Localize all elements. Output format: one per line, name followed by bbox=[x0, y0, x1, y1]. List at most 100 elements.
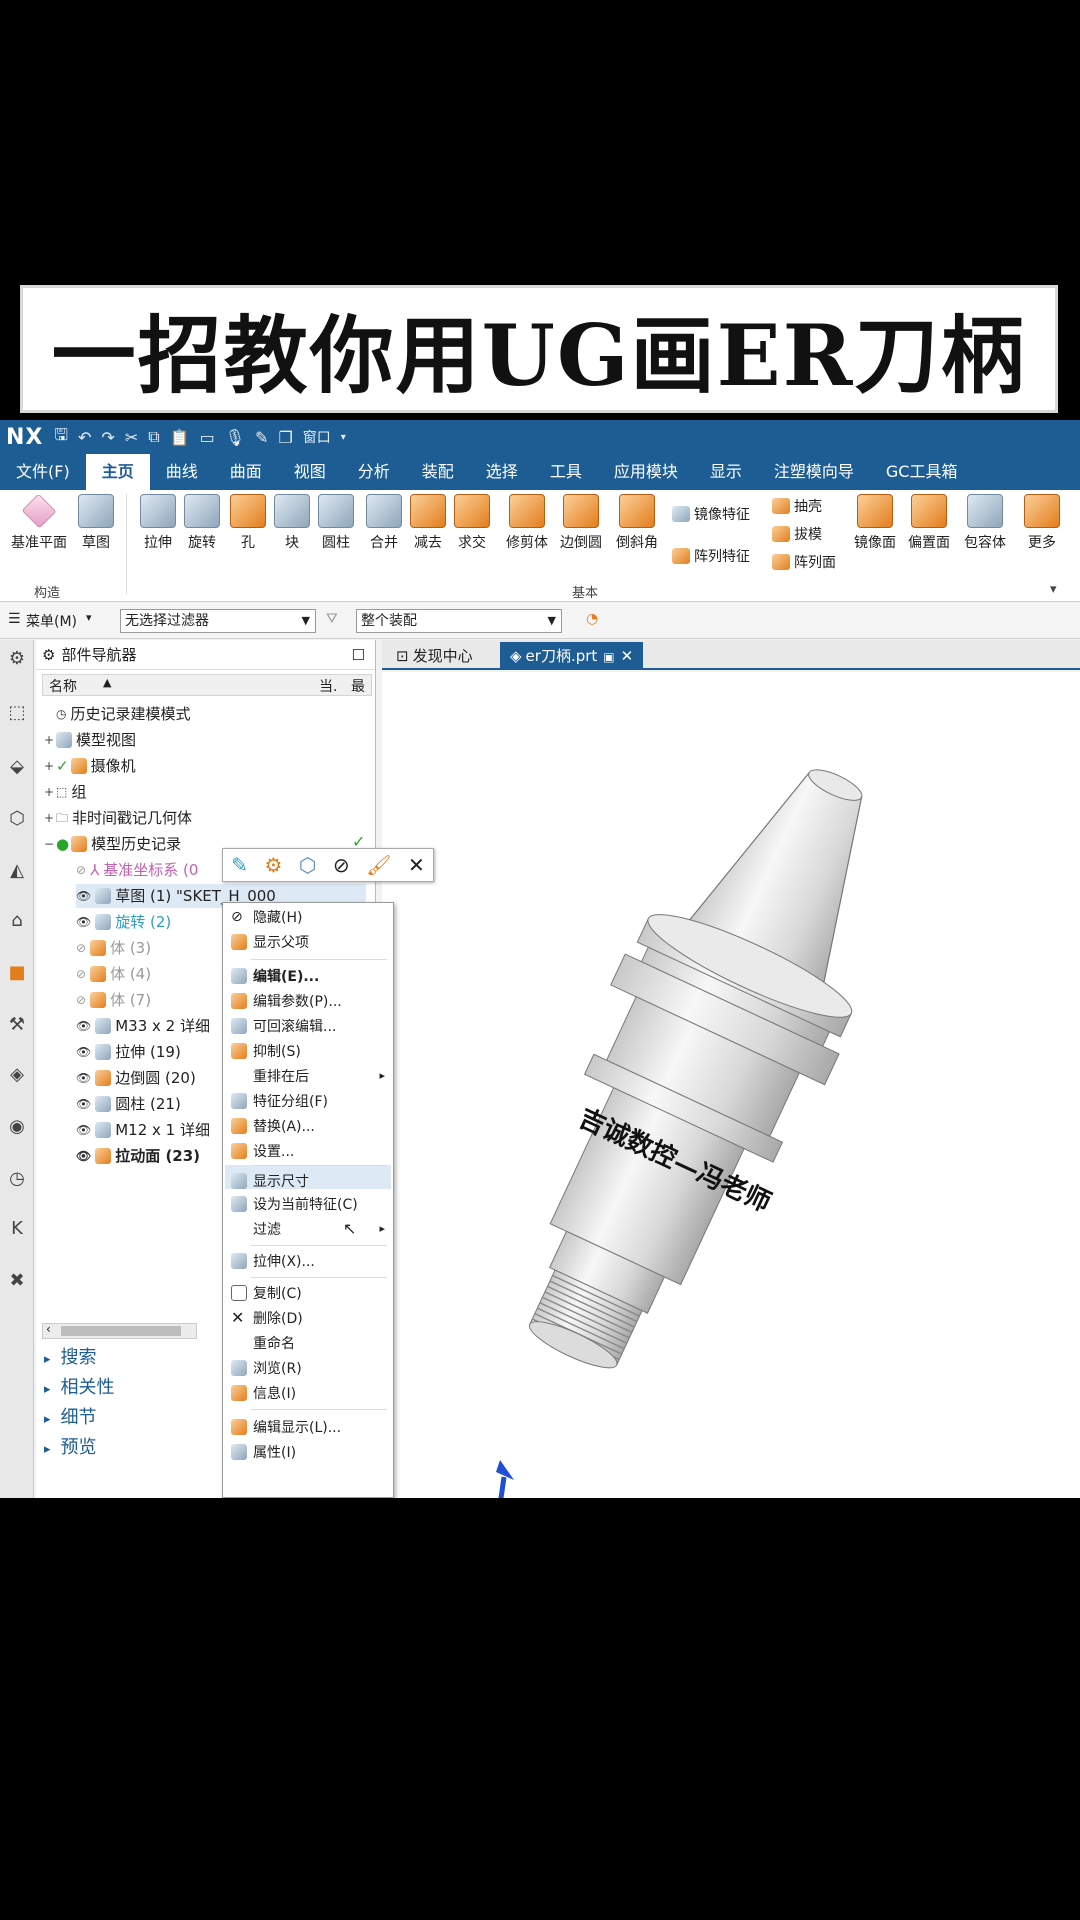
snap-point-icon[interactable]: ◔ bbox=[586, 611, 598, 627]
menu-item-show-dimensions[interactable]: 显示尺寸 bbox=[253, 1171, 309, 1193]
cut-icon[interactable]: ✂ bbox=[125, 428, 138, 447]
menu-mold-wizard[interactable]: 注塑模向导 bbox=[758, 454, 870, 490]
history-icon[interactable]: ■ bbox=[6, 962, 28, 984]
menu-item-browse[interactable]: 浏览(R) bbox=[253, 1358, 302, 1380]
close-icon[interactable]: ✕ bbox=[408, 853, 425, 877]
tree-row[interactable]: 👁 M12 x 1 详细 bbox=[76, 1118, 210, 1142]
tree-row[interactable]: 👁 圆柱 (21) bbox=[76, 1092, 181, 1116]
menu-item-settings[interactable]: 设置... bbox=[253, 1141, 294, 1163]
tree-row[interactable]: ⊘ 体 (3) bbox=[76, 936, 151, 960]
section-preview[interactable]: 预览 bbox=[44, 1434, 97, 1462]
menu-item-extrude[interactable]: 拉伸(X)... bbox=[253, 1251, 315, 1273]
pattern-feature-button[interactable]: 阵列特征 bbox=[672, 546, 750, 566]
chevron-down-icon[interactable]: ▾ bbox=[86, 611, 92, 624]
menu-select[interactable]: 选择 bbox=[470, 454, 534, 490]
menu-item-rollback-edit[interactable]: 可回滚编辑... bbox=[253, 1016, 336, 1038]
edit-display-icon[interactable]: 🖌 bbox=[366, 853, 391, 877]
offset-face-button[interactable]: 偏置面 bbox=[904, 494, 954, 552]
edge-blend-button[interactable]: 边倒圆 bbox=[556, 494, 606, 552]
settings-icon[interactable]: ⚙ bbox=[6, 648, 28, 670]
web-browser-icon[interactable]: ⌂ bbox=[6, 910, 28, 932]
graphics-window[interactable]: 吉诚数控—冯老师 Y bbox=[382, 672, 1080, 1498]
bounding-body-button[interactable]: 包容体 bbox=[958, 494, 1012, 552]
tree-row[interactable]: + 模型视图 bbox=[44, 728, 136, 752]
tab-part-file[interactable]: ◈ er刀柄.prt ▣ ✕ bbox=[500, 642, 644, 670]
pin-icon[interactable]: ▣ bbox=[603, 650, 614, 664]
expand-icon[interactable]: + bbox=[44, 728, 54, 752]
menu-item-suppress[interactable]: 抑制(S) bbox=[253, 1041, 301, 1063]
menu-assembly[interactable]: 装配 bbox=[406, 454, 470, 490]
menu-gc-toolkit[interactable]: GC工具箱 bbox=[870, 454, 974, 490]
menu-home[interactable]: 主页 bbox=[85, 454, 150, 490]
constraint-navigator-icon[interactable]: ⬡ bbox=[6, 808, 28, 830]
menu-item-rename[interactable]: 重命名 bbox=[253, 1333, 295, 1355]
datum-plane-button[interactable]: 基准平面 bbox=[4, 493, 74, 552]
menu-item-properties[interactable]: 属性(I) bbox=[253, 1442, 296, 1464]
menu-item-replace[interactable]: 替换(A)... bbox=[253, 1116, 315, 1138]
save-icon[interactable]: 🖫 bbox=[54, 424, 68, 451]
shell-button[interactable]: 抽壳 bbox=[772, 496, 822, 516]
menu-analysis[interactable]: 分析 bbox=[342, 454, 406, 490]
chamfer-button[interactable]: 倒斜角 bbox=[612, 494, 662, 552]
tree-row[interactable]: 👁 M33 x 2 详细 bbox=[76, 1014, 210, 1038]
assembly-navigator-icon[interactable]: ⬙ bbox=[6, 756, 28, 778]
draft-button[interactable]: 拔模 bbox=[772, 524, 822, 544]
trim-body-button[interactable]: 修剪体 bbox=[500, 494, 554, 552]
sketch-button[interactable]: 草图 bbox=[76, 494, 116, 552]
more-button[interactable]: 更多 bbox=[1020, 494, 1064, 552]
menu-tools[interactable]: 工具 bbox=[534, 454, 598, 490]
mirror-feature-button[interactable]: 镜像特征 bbox=[672, 504, 750, 524]
menu-view[interactable]: 视图 bbox=[278, 454, 342, 490]
window-menu[interactable]: 窗口 bbox=[303, 427, 331, 447]
menu-display[interactable]: 显示 bbox=[694, 454, 758, 490]
tree-row[interactable]: 👁 边倒圆 (20) bbox=[76, 1066, 196, 1090]
tree-row-current[interactable]: 👁 拉动面 (23) bbox=[76, 1144, 200, 1168]
tree-row[interactable]: ⊘ 体 (7) bbox=[76, 988, 151, 1012]
menu-item-show-parents[interactable]: 显示父项 bbox=[253, 932, 309, 954]
sketch-edit-icon[interactable]: ✎ bbox=[231, 853, 248, 877]
make-current-icon[interactable]: ⬡ bbox=[299, 853, 316, 877]
manufacturing-wizard-icon[interactable]: ◈ bbox=[6, 1064, 28, 1086]
knowledge-icon[interactable]: K bbox=[6, 1218, 28, 1240]
hide-eye-icon[interactable]: ⊘ bbox=[333, 853, 350, 877]
menu-item-reorder-after[interactable]: 重排在后 bbox=[253, 1066, 309, 1088]
revolve-button[interactable]: 旋转 bbox=[180, 494, 224, 552]
role-icon[interactable]: ◉ bbox=[6, 1116, 28, 1138]
ribbon-expand-icon[interactable]: ▾ bbox=[1050, 582, 1057, 597]
menu-curve[interactable]: 曲线 bbox=[150, 454, 214, 490]
expand-icon[interactable]: + bbox=[44, 806, 54, 830]
tree-row[interactable]: ◷ 历史记录建模模式 bbox=[44, 702, 191, 726]
funnel-icon[interactable]: ⛛ bbox=[326, 611, 338, 627]
tree-row[interactable]: 👁 旋转 (2) bbox=[76, 910, 171, 934]
menu-item-copy[interactable]: 复制(C) bbox=[253, 1283, 302, 1305]
type-filter-select[interactable]: 无选择过滤器 ▼ bbox=[120, 609, 316, 633]
column-current[interactable]: 当. bbox=[319, 676, 337, 696]
column-name[interactable]: 名称 bbox=[49, 676, 77, 696]
block-button[interactable]: 块 bbox=[270, 494, 314, 552]
menu-file[interactable]: 文件(F) bbox=[0, 454, 86, 490]
menu-surface[interactable]: 曲面 bbox=[214, 454, 278, 490]
main-menu-button[interactable]: 菜单(M) bbox=[26, 611, 77, 631]
tree-row[interactable]: − ● 模型历史记录 bbox=[44, 832, 181, 856]
menu-item-information[interactable]: 信息(I) bbox=[253, 1383, 296, 1405]
intersect-button[interactable]: 求交 bbox=[450, 494, 494, 552]
tool-icon[interactable]: ✎ bbox=[255, 428, 268, 447]
window-switch-icon[interactable]: ❐ bbox=[278, 428, 292, 447]
menu-item-feature-group[interactable]: 特征分组(F) bbox=[253, 1091, 328, 1113]
scroll-left-icon[interactable]: ‹ bbox=[46, 1322, 51, 1336]
expand-icon[interactable]: + bbox=[44, 754, 54, 778]
part-navigator-icon[interactable]: ⬚ bbox=[6, 702, 28, 724]
close-icon[interactable]: ✕ bbox=[621, 647, 634, 665]
redo-icon[interactable]: ↷ bbox=[101, 428, 114, 447]
menu-item-make-current-feature[interactable]: 设为当前特征(C) bbox=[253, 1194, 358, 1216]
extrude-button[interactable]: 拉伸 bbox=[136, 494, 180, 552]
hole-button[interactable]: 孔 bbox=[226, 494, 270, 552]
menu-item-delete[interactable]: 删除(D) bbox=[253, 1308, 303, 1330]
tree-row[interactable]: + 🗀 非时间戳记几何体 bbox=[44, 806, 192, 830]
section-search[interactable]: 搜索 bbox=[44, 1344, 97, 1372]
tree-row[interactable]: + ✓ 摄像机 bbox=[44, 754, 136, 778]
menu-item-hide[interactable]: 隐藏(H) bbox=[253, 907, 302, 929]
menu-item-edit-parameters[interactable]: 编辑参数(P)... bbox=[253, 991, 342, 1013]
tree-row[interactable]: + ⬚ 组 bbox=[44, 780, 86, 804]
expand-icon[interactable]: + bbox=[44, 780, 54, 804]
